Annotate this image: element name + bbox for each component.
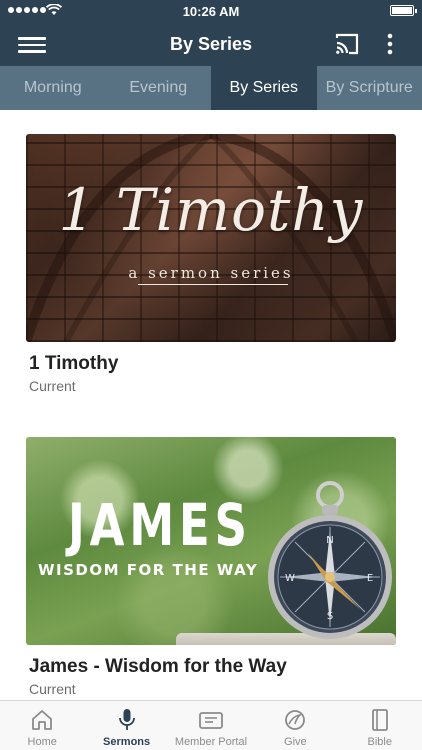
microphone-icon [84,708,168,732]
artwork-title: JAMES [68,491,252,559]
artwork-title: 1 Timothy [58,176,364,244]
more-vertical-icon[interactable] [384,32,396,56]
bottom-tab-bar: Home Sermons Member Portal Give Bible [0,700,422,750]
tab-by-series[interactable]: By Series [211,66,317,110]
bottom-tab-member-portal[interactable]: Member Portal [169,701,253,750]
bottom-tab-home[interactable]: Home [0,701,84,750]
book-icon [338,708,422,732]
bottom-tab-label: Member Portal [174,736,248,748]
svg-text:E: E [367,573,373,584]
bottom-tab-label: Give [284,736,307,748]
status-bar: 10:26 AM [0,0,422,22]
bottom-tab-sermons[interactable]: Sermons [84,701,168,750]
artwork-divider [138,284,288,285]
sermon-filter-tabs: Morning Evening By Series By Scripture [0,66,422,110]
series-card-1-timothy[interactable]: 1 Timothy a sermon series 1 Timothy Curr… [26,134,396,394]
battery-icon [390,5,417,16]
status-time: 10:26 AM [182,4,240,19]
give-hand-icon [253,708,337,732]
series-artwork[interactable]: 1 Timothy a sermon series [26,134,396,342]
bottom-tab-give[interactable]: Give [253,701,337,750]
tab-evening[interactable]: Evening [106,66,212,110]
series-status: Current [29,681,76,697]
tab-by-scripture[interactable]: By Scripture [317,66,422,110]
series-list: 1 Timothy a sermon series 1 Timothy Curr… [0,110,422,700]
svg-text:N: N [326,535,333,546]
series-card-james[interactable]: JAMES WISDOM FOR THE WAY N S W E James -… [26,437,396,697]
bottom-tab-label: Bible [367,736,392,748]
id-card-icon [169,708,253,732]
nav-bar: By Series [0,22,422,66]
bottom-tab-label: Home [27,736,57,748]
series-title: James - Wisdom for the Way [29,656,287,677]
cast-icon[interactable] [334,32,360,56]
svg-text:W: W [285,573,295,584]
artwork-subtitle: a sermon series [128,264,294,282]
home-icon [0,708,84,732]
hamburger-menu-icon[interactable] [18,33,46,55]
series-title: 1 Timothy [29,353,119,374]
tab-morning[interactable]: Morning [0,66,106,110]
artwork-subtitle: WISDOM FOR THE WAY [38,561,259,579]
series-status: Current [29,378,76,394]
bottom-tab-bible[interactable]: Bible [338,701,422,750]
series-artwork[interactable]: JAMES WISDOM FOR THE WAY N S W E [26,437,396,645]
svg-text:S: S [327,611,333,622]
compass-icon: N S W E [268,481,392,639]
bottom-tab-label: Sermons [103,736,151,748]
